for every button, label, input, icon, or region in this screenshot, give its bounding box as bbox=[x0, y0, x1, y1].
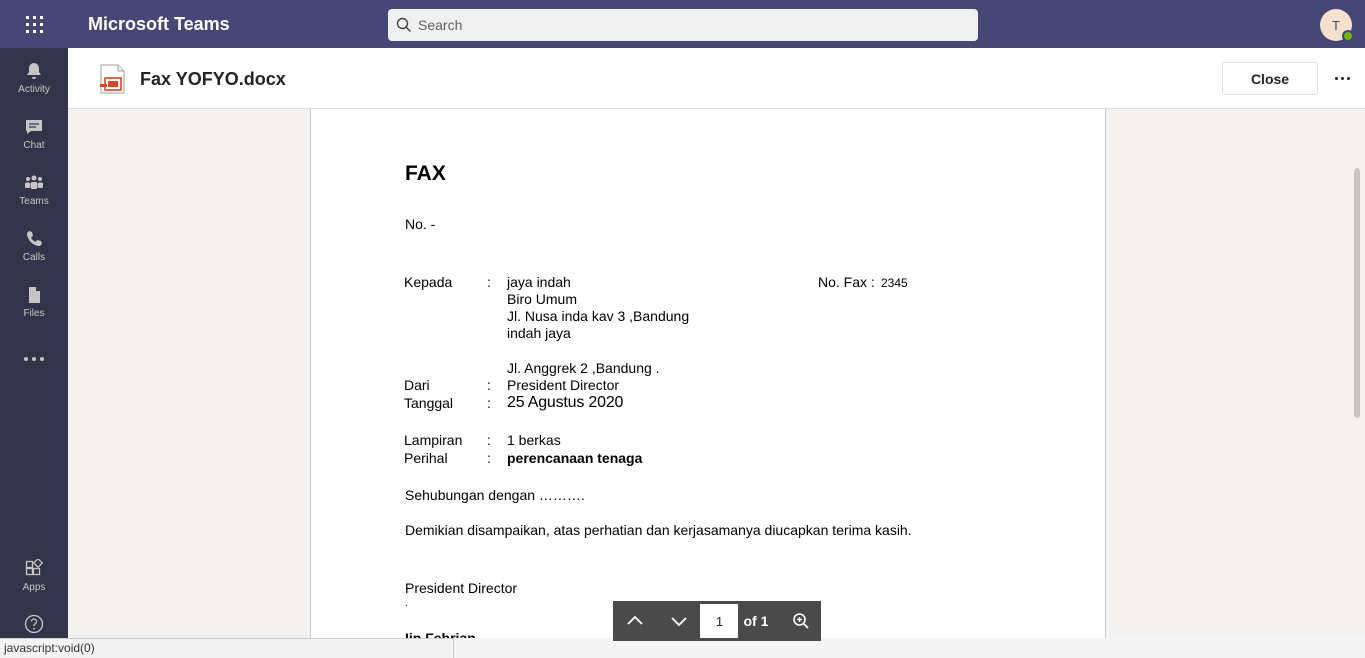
teams-icon bbox=[25, 175, 43, 189]
search-placeholder: Search bbox=[418, 17, 463, 33]
page-count: of 1 bbox=[743, 613, 769, 629]
file-icon bbox=[29, 287, 40, 303]
recipient-line-2: Biro Umum bbox=[507, 291, 578, 307]
previous-page-button[interactable] bbox=[613, 601, 657, 641]
rail-item-teams[interactable]: Teams bbox=[0, 164, 68, 216]
signature-title: President Director bbox=[405, 580, 518, 596]
presence-available-icon bbox=[1342, 30, 1354, 42]
value-dari: President Director bbox=[507, 377, 620, 393]
search-icon bbox=[396, 17, 411, 32]
zoom-button[interactable] bbox=[781, 601, 821, 641]
label-lampiran: Lampiran bbox=[404, 432, 463, 448]
zoom-in-icon bbox=[793, 613, 809, 629]
chevron-up-icon bbox=[627, 615, 643, 625]
avatar-initial: T bbox=[1332, 17, 1340, 33]
fax-number: 2345 bbox=[881, 276, 908, 290]
document-viewer[interactable]: FAX No. - Kepada : jaya indah Biro Umum … bbox=[68, 109, 1365, 638]
document-page: FAX No. - Kepada : jaya indah Biro Umum … bbox=[310, 109, 1106, 638]
label-dari: Dari bbox=[404, 377, 430, 393]
bell-icon bbox=[27, 63, 41, 79]
signature-dot: . bbox=[405, 598, 408, 609]
signature-name: Iin Febrian bbox=[405, 630, 476, 638]
chat-icon bbox=[26, 120, 42, 134]
colon-perihal: : bbox=[487, 450, 491, 466]
value-lampiran: 1 berkas bbox=[507, 432, 561, 448]
more-apps-button[interactable] bbox=[0, 344, 68, 374]
colon-dari: : bbox=[487, 377, 491, 393]
word-document-icon bbox=[100, 64, 125, 94]
page-number-input[interactable] bbox=[700, 604, 739, 638]
page-navigation: of 1 bbox=[613, 601, 821, 641]
file-name: Fax YOFYO.docx bbox=[140, 69, 286, 89]
recipient-line-3: Jl. Nusa inda kav 3 ,Bandung bbox=[507, 308, 690, 324]
value-tanggal: 25 Agustus 2020 bbox=[507, 394, 624, 411]
doc-title: FAX bbox=[405, 162, 446, 185]
rail-label-files: Files bbox=[23, 308, 45, 319]
chevron-down-icon bbox=[670, 617, 687, 627]
app-launcher-button[interactable] bbox=[0, 0, 68, 48]
colon-kepada: : bbox=[487, 274, 491, 290]
top-bar: Microsoft Teams Search T bbox=[0, 0, 1365, 48]
colon-tanggal: : bbox=[487, 395, 491, 411]
label-perihal: Perihal bbox=[404, 450, 448, 466]
recipient-line-4: indah jaya bbox=[507, 325, 571, 341]
apps-icon bbox=[25, 559, 44, 576]
fax-label: No. Fax : bbox=[818, 274, 875, 290]
rail-label-apps: Apps bbox=[22, 582, 46, 593]
close-button[interactable]: Close bbox=[1222, 62, 1318, 95]
app-rail: Activity Chat Teams Calls Files Apps bbox=[0, 48, 68, 638]
file-header: Fax YOFYO.docx Close bbox=[68, 48, 1365, 109]
rail-label-calls: Calls bbox=[22, 252, 46, 263]
label-tanggal: Tanggal bbox=[404, 395, 454, 411]
colon-lampiran: : bbox=[487, 432, 491, 448]
next-page-button[interactable] bbox=[657, 601, 701, 641]
rail-label-teams: Teams bbox=[19, 196, 49, 207]
phone-icon bbox=[27, 231, 42, 246]
more-dots-icon bbox=[1334, 76, 1338, 80]
waffle-icon bbox=[25, 15, 43, 33]
app-title: Microsoft Teams bbox=[88, 14, 230, 34]
label-kepada: Kepada bbox=[404, 274, 453, 290]
body-paragraph-1: Sehubungan dengan ………. bbox=[405, 487, 585, 503]
rail-item-files[interactable]: Files bbox=[0, 276, 68, 328]
body-paragraph-2: Demikian disampaikan, atas perhatian dan… bbox=[405, 522, 912, 538]
vertical-scrollbar[interactable] bbox=[1354, 168, 1360, 418]
search-box[interactable]: Search bbox=[388, 9, 978, 41]
value-perihal: perencanaan tenaga bbox=[507, 450, 643, 466]
recipient-address: Jl. Anggrek 2 ,Bandung . bbox=[507, 360, 660, 376]
rail-label-chat: Chat bbox=[23, 140, 45, 151]
doc-number: No. - bbox=[405, 216, 436, 232]
help-icon bbox=[24, 614, 44, 634]
rail-item-activity[interactable]: Activity bbox=[0, 52, 68, 104]
more-options-button[interactable] bbox=[1326, 68, 1358, 88]
avatar[interactable]: T bbox=[1320, 9, 1354, 42]
recipient-line-1: jaya indah bbox=[507, 274, 571, 290]
rail-item-chat[interactable]: Chat bbox=[0, 108, 68, 160]
rail-label-activity: Activity bbox=[18, 84, 50, 95]
rail-item-calls[interactable]: Calls bbox=[0, 220, 68, 272]
browser-status-bar: javascript:void(0) bbox=[0, 638, 454, 658]
rail-item-apps[interactable]: Apps bbox=[0, 550, 68, 602]
